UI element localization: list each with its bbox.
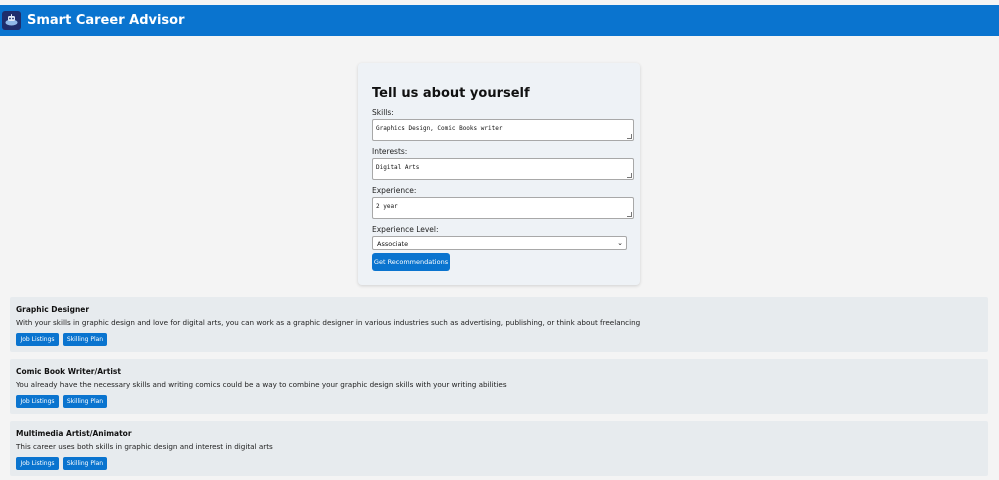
interests-textarea[interactable]: Digital Arts	[372, 158, 634, 180]
recommendation-card: Comic Book Writer/Artist You already hav…	[10, 359, 988, 414]
experience-level-label: Experience Level:	[372, 225, 439, 234]
job-listings-button[interactable]: Job Listings	[16, 457, 59, 470]
app-header: Smart Career Advisor	[0, 5, 999, 36]
profile-form-card: Tell us about yourself Skills: Graphics …	[358, 63, 640, 285]
experience-level-select[interactable]: Associate ⌄	[372, 236, 627, 250]
experience-label: Experience:	[372, 186, 417, 195]
chevron-down-icon: ⌄	[617, 239, 623, 247]
job-listings-button[interactable]: Job Listings	[16, 333, 59, 346]
recommendation-card: Multimedia Artist/Animator This career u…	[10, 421, 988, 476]
recommendation-description: With your skills in graphic design and l…	[16, 318, 641, 327]
interests-label: Interests:	[372, 147, 408, 156]
resize-grip-icon[interactable]	[627, 134, 632, 139]
resize-grip-icon[interactable]	[627, 173, 632, 178]
interests-value: Digital Arts	[376, 164, 420, 171]
recommendation-card: Graphic Designer With your skills in gra…	[10, 297, 988, 352]
get-recommendations-button[interactable]: Get Recommendations	[372, 253, 450, 271]
recommendation-title: Comic Book Writer/Artist	[16, 367, 121, 376]
recommendation-description: You already have the necessary skills an…	[16, 380, 507, 389]
experience-level-value: Associate	[377, 240, 409, 248]
experience-textarea[interactable]: 2 year	[372, 197, 634, 219]
skilling-plan-button[interactable]: Skilling Plan	[63, 457, 107, 470]
recommendation-title: Multimedia Artist/Animator	[16, 429, 132, 438]
robot-icon	[2, 11, 21, 30]
app-title: Smart Career Advisor	[27, 13, 185, 28]
resize-grip-icon[interactable]	[627, 212, 632, 217]
skills-label: Skills:	[372, 108, 394, 117]
recommendation-description: This career uses both skills in graphic …	[16, 442, 273, 451]
skills-textarea[interactable]: Graphics Design, Comic Books writer	[372, 119, 634, 141]
job-listings-button[interactable]: Job Listings	[16, 395, 59, 408]
recommendation-title: Graphic Designer	[16, 305, 90, 314]
skills-value: Graphics Design, Comic Books writer	[376, 125, 503, 132]
skilling-plan-button[interactable]: Skilling Plan	[63, 395, 107, 408]
experience-value: 2 year	[376, 203, 398, 210]
skilling-plan-button[interactable]: Skilling Plan	[63, 333, 107, 346]
form-title: Tell us about yourself	[372, 86, 530, 101]
